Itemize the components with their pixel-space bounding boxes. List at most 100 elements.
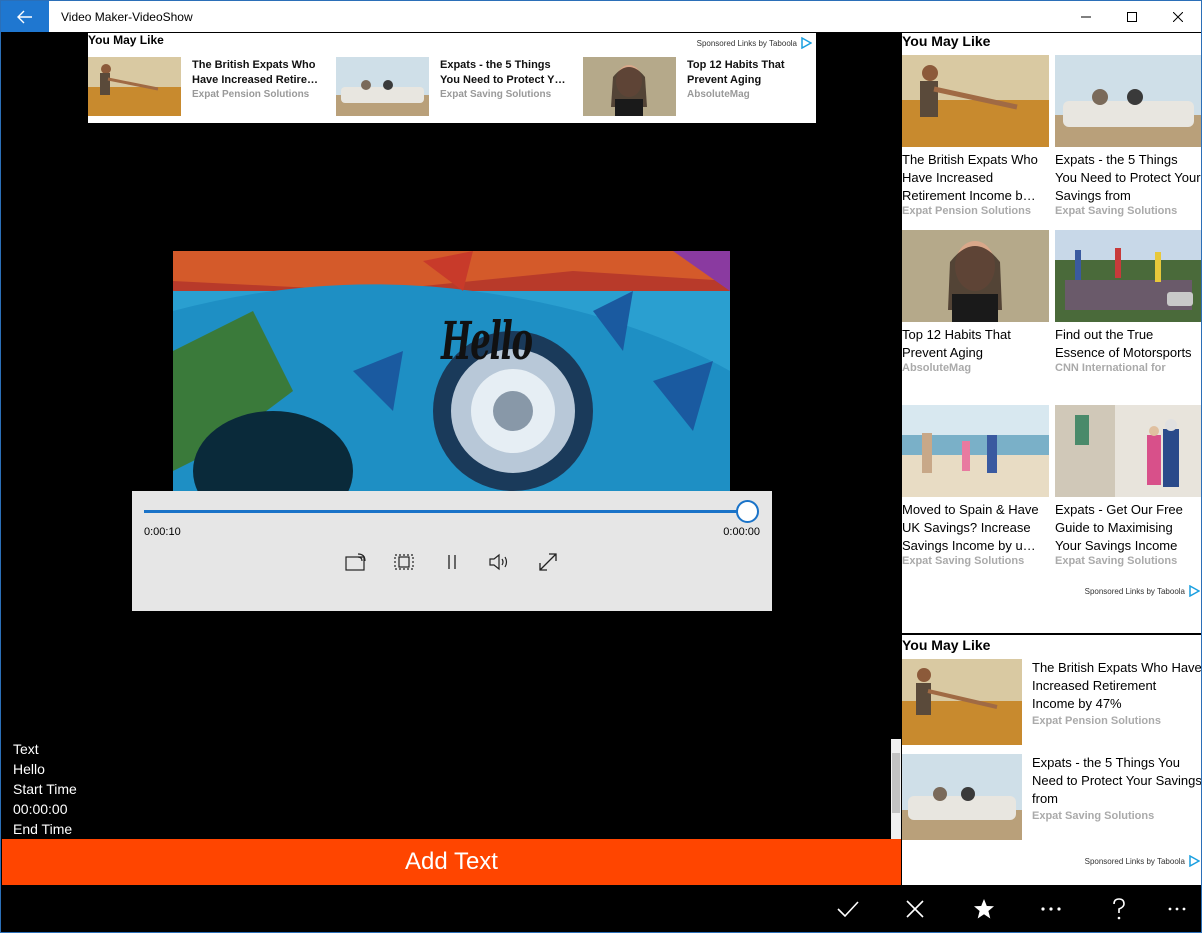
back-arrow-icon — [17, 10, 32, 23]
aspect-ratio-button[interactable] — [389, 549, 419, 575]
volume-button[interactable] — [485, 549, 515, 575]
back-button[interactable] — [1, 1, 49, 32]
help-button[interactable] — [1103, 893, 1135, 925]
ad-card[interactable]: The British Expats Who Have Increased Re… — [902, 55, 1049, 217]
ad-card[interactable]: Expats - Get Our Free Guide to Maximisin… — [1055, 405, 1201, 567]
rally-crowd-image — [1055, 230, 1201, 322]
command-bar — [1, 885, 1201, 932]
media-controls: 0:00:10 0:00:00 — [132, 491, 772, 611]
add-text-button[interactable]: Add Text — [2, 839, 901, 885]
top-ad-banner[interactable]: You May Like Sponsored Links by Taboola … — [88, 33, 816, 123]
ad-heading: You May Like — [902, 637, 991, 653]
ad-row[interactable]: The British Expats Who Have Increased Re… — [902, 659, 1202, 747]
ad-card[interactable]: Find out the True Essence of Motorsports… — [1055, 230, 1201, 374]
ad-card[interactable]: Expats - the 5 Things You Need to Protec… — [1055, 55, 1201, 217]
close-window-icon — [1173, 11, 1183, 22]
ad-card-title: Expats - the 5 Things You Need to Protec… — [1055, 152, 1201, 203]
text-value: Hello — [13, 761, 45, 777]
sponsored-label[interactable]: Sponsored Links by Taboola — [697, 37, 812, 49]
ad-row[interactable]: Expats - the 5 Things You Need to Protec… — [902, 754, 1202, 842]
convertible-car-image — [1055, 55, 1201, 147]
sponsored-label[interactable]: Sponsored Links by Taboola — [1085, 585, 1200, 597]
start-time-label: Start Time — [13, 781, 77, 797]
title-bar: Video Maker-VideoShow — [1, 1, 1201, 32]
ad-item-source: AbsoluteMag — [687, 89, 750, 100]
ad-card-source: Expat Saving Solutions — [902, 555, 1025, 567]
convertible-car-image — [336, 57, 429, 116]
minimize-button[interactable] — [1063, 1, 1109, 32]
ad-card-source: Expat Saving Solutions — [1055, 555, 1178, 567]
ad-card-source: Expat Saving Solutions — [1055, 205, 1178, 217]
smiling-woman-image — [902, 230, 1049, 322]
ad-row-source: Expat Saving Solutions — [1032, 810, 1155, 822]
details-scrollbar[interactable] — [891, 739, 901, 839]
ad-row-title: Expats - the 5 Things You Need to Protec… — [1032, 755, 1202, 806]
ad-row-title: The British Expats Who Have Increased Re… — [1032, 660, 1202, 711]
taboola-icon — [1189, 585, 1200, 597]
seek-thumb[interactable] — [736, 500, 759, 523]
close-window-button[interactable] — [1155, 1, 1201, 32]
ad-card[interactable]: Top 12 Habits That Prevent Aging Absolut… — [902, 230, 1049, 374]
pause-button[interactable] — [437, 549, 467, 575]
ad-card-title: Moved to Spain & Have UK Savings? Increa… — [902, 502, 1039, 553]
check-icon — [837, 901, 859, 918]
video-preview[interactable]: Hello — [173, 251, 730, 491]
star-icon — [974, 899, 994, 919]
sponsored-label[interactable]: Sponsored Links by Taboola — [1085, 855, 1200, 867]
ad-card-title: The British Expats Who Have Increased Re… — [902, 152, 1038, 203]
ad-card-source: Expat Pension Solutions — [902, 205, 1031, 217]
side-ad-panel-2[interactable]: You May Like The British Expats Who Have… — [902, 633, 1202, 885]
minimize-icon — [1081, 16, 1091, 17]
window-title: Video Maker-VideoShow — [61, 9, 193, 24]
volume-icon — [489, 553, 508, 571]
ad-item-title: Top 12 Habits That Prevent Aging — [687, 59, 785, 86]
ad-card-title: Expats - Get Our Free Guide to Maximisin… — [1055, 502, 1183, 553]
wheat-field-man-image — [902, 659, 1022, 745]
maximize-button[interactable] — [1109, 1, 1155, 32]
ad-heading: You May Like — [902, 33, 991, 49]
wheat-field-man-image — [902, 55, 1049, 147]
sponsored-text: Sponsored Links by Taboola — [1084, 856, 1185, 866]
taboola-icon — [1189, 855, 1200, 867]
ad-item[interactable]: Top 12 Habits That Prevent Aging Absolut… — [583, 57, 830, 117]
side-ad-panel[interactable]: You May Like The British Expats Who Have… — [902, 33, 1201, 633]
close-icon — [906, 900, 924, 918]
taboola-icon — [801, 37, 812, 49]
ad-heading: You May Like — [88, 33, 164, 47]
ad-card-source: CNN International for — [1055, 362, 1166, 374]
ad-card-source: AbsoluteMag — [902, 362, 972, 374]
confirm-button[interactable] — [832, 893, 864, 925]
old-couple-street-image — [1055, 405, 1201, 497]
text-label: Text — [13, 741, 39, 757]
cast-button[interactable] — [341, 549, 371, 575]
more-icon — [1041, 907, 1061, 911]
wheat-field-man-image — [88, 57, 181, 116]
beach-family-image — [902, 405, 1049, 497]
time-remaining: 0:00:00 — [723, 526, 760, 538]
cast-icon — [345, 553, 366, 571]
ad-item-title: The British Expats Who Have Increased Re… — [192, 59, 318, 86]
text-overlay[interactable]: Hello — [441, 311, 533, 372]
convertible-car-image — [902, 754, 1022, 840]
ad-card-title: Find out the True Essence of Motorsports — [1055, 327, 1192, 360]
ad-card[interactable]: Moved to Spain & Have UK Savings? Increa… — [902, 405, 1049, 567]
ad-item-source: Expat Saving Solutions — [440, 89, 552, 100]
fullscreen-icon — [539, 553, 557, 571]
seek-bar[interactable] — [144, 510, 747, 513]
cancel-button[interactable] — [899, 893, 931, 925]
ad-item[interactable]: The British Expats Who Have Increased Re… — [88, 57, 335, 117]
text-details: Text Hello Start Time 00:00:00 End Time — [13, 739, 77, 839]
scrollbar-thumb[interactable] — [892, 753, 900, 813]
more-options-button[interactable] — [1035, 893, 1067, 925]
start-time-value: 00:00:00 — [13, 801, 68, 817]
overflow-icon — [1168, 907, 1186, 911]
ad-item[interactable]: Expats - the 5 Things You Need to Protec… — [336, 57, 583, 117]
sponsored-text: Sponsored Links by Taboola — [696, 38, 797, 48]
help-icon — [1113, 898, 1125, 920]
ad-card-title: Top 12 Habits That Prevent Aging — [902, 327, 1011, 360]
sponsored-text: Sponsored Links by Taboola — [1084, 586, 1185, 596]
favorite-button[interactable] — [968, 893, 1000, 925]
fullscreen-button[interactable] — [533, 549, 563, 575]
overflow-menu-button[interactable] — [1161, 893, 1193, 925]
smiling-woman-image — [583, 57, 676, 116]
